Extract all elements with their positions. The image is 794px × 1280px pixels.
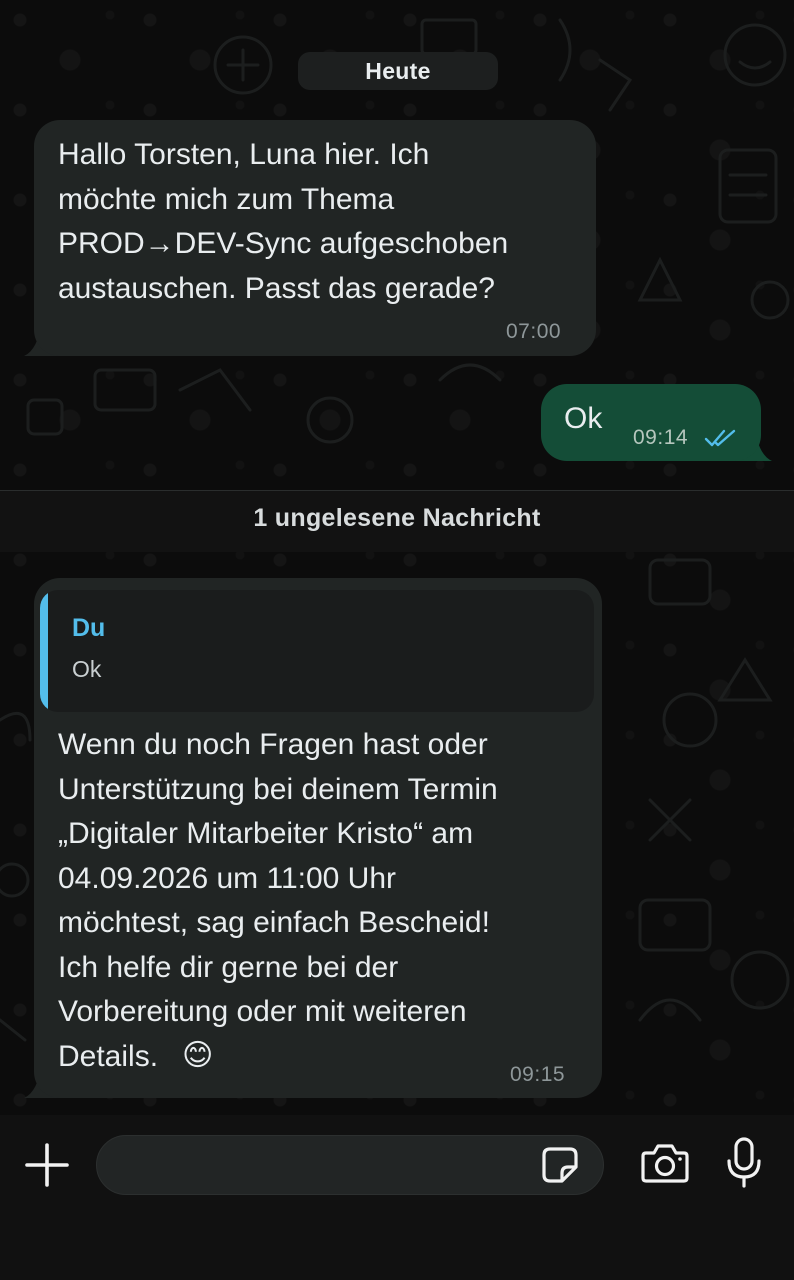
microphone-icon[interactable]	[726, 1137, 762, 1189]
camera-icon[interactable]	[640, 1141, 690, 1185]
quote-text: Ok	[72, 656, 102, 682]
message-input[interactable]	[121, 1146, 535, 1186]
message-input-container[interactable]	[96, 1135, 604, 1195]
message-time: 07:00	[506, 320, 562, 343]
message-time: 09:15	[510, 1063, 566, 1086]
message-time: 09:14	[633, 426, 689, 449]
plus-icon[interactable]	[24, 1142, 70, 1188]
sticker-icon[interactable]	[540, 1145, 580, 1185]
read-double-check-icon	[704, 429, 736, 447]
quote-author: Du	[72, 614, 106, 642]
smiling-face-emoji: 😊	[182, 1038, 214, 1073]
message-text: Ok	[564, 402, 603, 435]
date-chip: Heute	[298, 52, 498, 90]
quoted-reply[interactable]: Du Ok	[40, 590, 594, 712]
quote-accent-bar	[40, 590, 48, 712]
message-text: Hallo Torsten, Luna hier. Ich möchte mic…	[58, 138, 509, 305]
message-text: Wenn du noch Fragen hast oder Unterstütz…	[58, 728, 498, 1073]
unread-divider-label: 1 ungelesene Nachricht	[253, 504, 541, 532]
